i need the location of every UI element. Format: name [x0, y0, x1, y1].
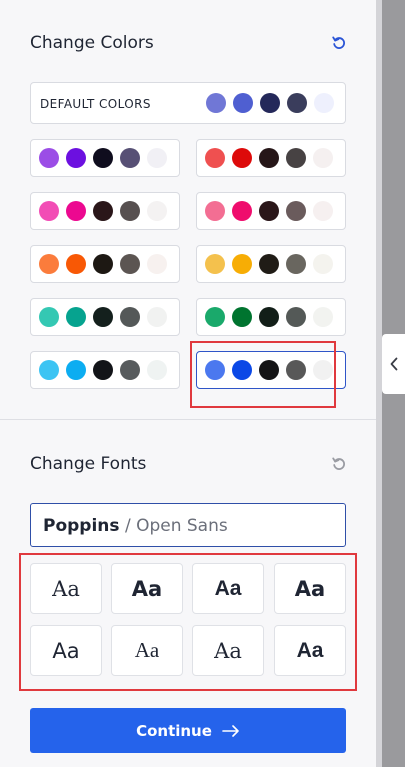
palette-color-swatches: [39, 254, 167, 274]
color-swatch: [206, 93, 226, 113]
color-palette-option[interactable]: [196, 192, 346, 230]
color-swatch: [287, 93, 307, 113]
current-font-pair[interactable]: Poppins / Open Sans: [30, 503, 346, 547]
color-swatch: [120, 307, 140, 327]
color-swatch: [232, 254, 252, 274]
color-swatch: [39, 148, 59, 168]
color-swatch: [39, 360, 59, 380]
color-swatch: [66, 254, 86, 274]
primary-font: Poppins: [43, 516, 120, 536]
color-palette-option[interactable]: [196, 139, 346, 177]
color-swatch: [39, 254, 59, 274]
color-swatch: [93, 201, 113, 221]
color-swatch: [147, 201, 167, 221]
color-swatch: [313, 201, 333, 221]
color-palette-option[interactable]: [196, 245, 346, 283]
collapse-panel-button[interactable]: [382, 334, 405, 394]
color-swatch: [233, 93, 253, 113]
color-palette-option[interactable]: [196, 298, 346, 336]
color-swatch: [205, 254, 225, 274]
color-swatch: [93, 254, 113, 274]
color-swatch: [93, 148, 113, 168]
color-swatch: [232, 201, 252, 221]
reset-colors-icon[interactable]: [331, 35, 347, 51]
color-swatch: [286, 201, 306, 221]
default-colors-option[interactable]: DEFAULT COLORS: [30, 82, 346, 124]
color-swatch: [147, 148, 167, 168]
palette-color-swatches: [39, 307, 167, 327]
colors-section-title: Change Colors: [30, 33, 154, 53]
palette-color-swatches: [39, 201, 167, 221]
color-palette-option[interactable]: [30, 192, 180, 230]
color-swatch: [39, 307, 59, 327]
color-palette-option[interactable]: [30, 351, 180, 389]
color-swatch: [232, 148, 252, 168]
color-swatch: [205, 307, 225, 327]
color-swatch: [259, 307, 279, 327]
palette-color-swatches: [205, 201, 333, 221]
continue-button[interactable]: Continue: [30, 708, 346, 753]
color-palette-option[interactable]: [30, 139, 180, 177]
palette-color-swatches: [205, 254, 333, 274]
fonts-section-title: Change Fonts: [30, 454, 147, 474]
color-swatch: [147, 360, 167, 380]
color-swatch: [147, 254, 167, 274]
color-swatch: [39, 201, 59, 221]
color-swatch: [259, 148, 279, 168]
color-swatch: [313, 307, 333, 327]
font-separator: /: [124, 516, 131, 536]
color-swatch: [313, 254, 333, 274]
continue-label: Continue: [136, 721, 212, 740]
color-swatch: [120, 254, 140, 274]
palette-color-swatches: [205, 148, 333, 168]
chevron-left-icon: [390, 357, 397, 371]
color-palette-option[interactable]: [30, 298, 180, 336]
default-colors-label: DEFAULT COLORS: [40, 97, 151, 111]
palette-color-swatches: [205, 307, 333, 327]
color-swatch: [286, 148, 306, 168]
color-swatch: [232, 307, 252, 327]
color-swatch: [259, 201, 279, 221]
color-swatch: [286, 254, 306, 274]
arrow-right-icon: [222, 724, 239, 737]
reset-fonts-icon[interactable]: [331, 456, 347, 472]
color-swatch: [259, 254, 279, 274]
color-swatch: [260, 93, 280, 113]
color-swatch: [205, 201, 225, 221]
color-swatch: [66, 148, 86, 168]
color-swatch: [286, 307, 306, 327]
color-swatch: [314, 93, 334, 113]
color-palette-option[interactable]: [30, 245, 180, 283]
secondary-font: Open Sans: [136, 516, 228, 536]
color-swatch: [205, 148, 225, 168]
annotation-highlight-fonts: [19, 553, 357, 691]
color-swatch: [120, 360, 140, 380]
color-swatch: [66, 360, 86, 380]
color-swatch: [66, 201, 86, 221]
annotation-highlight-palette: [190, 341, 336, 408]
color-swatch: [147, 307, 167, 327]
color-swatch: [93, 307, 113, 327]
palette-color-swatches: [39, 360, 167, 380]
color-swatch: [120, 201, 140, 221]
section-divider: [0, 419, 376, 420]
palette-color-swatches: [39, 148, 167, 168]
color-swatch: [313, 148, 333, 168]
customization-panel: Change Colors DEFAULT COLORS Change Font…: [0, 0, 376, 767]
color-swatch: [93, 360, 113, 380]
color-swatch: [120, 148, 140, 168]
color-swatch: [66, 307, 86, 327]
default-color-swatches: [206, 93, 334, 113]
